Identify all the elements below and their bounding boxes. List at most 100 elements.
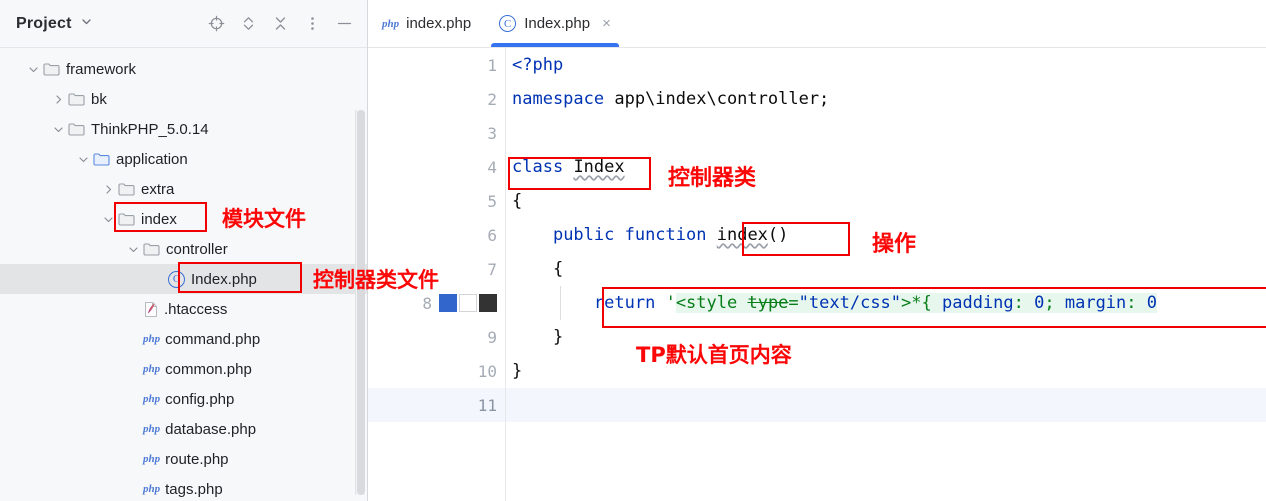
line-number-3: 3 [368, 116, 505, 150]
folder-icon [68, 92, 85, 106]
editor-tab-1[interactable]: php index.php [368, 0, 485, 47]
editor-tab-2[interactable]: C Index.php × [485, 0, 625, 47]
tree-item-label: framework [66, 60, 137, 78]
code-line-8[interactable]: return '<style type="text/css">*{ paddin… [506, 286, 1266, 320]
editor-tab-label: Index.php [524, 15, 591, 32]
line-number-9: 9 [368, 320, 505, 354]
close-icon[interactable]: × [602, 15, 611, 32]
code-line-10[interactable]: } [506, 354, 1266, 388]
panel-toolbar [207, 15, 353, 33]
tree-item-label: .htaccess [164, 300, 228, 318]
tree-item-label: index [141, 210, 177, 228]
tree-item-config-php[interactable]: php config.php [0, 384, 367, 414]
collapse-all-icon[interactable] [271, 15, 289, 33]
minimize-icon[interactable] [335, 15, 353, 33]
color-swatch-2[interactable] [459, 294, 477, 312]
project-panel-title: Project [16, 14, 72, 32]
tree-item-index[interactable]: index [0, 204, 367, 234]
code-line-text: namespace app\index\controller; [512, 89, 830, 109]
folder-source-root-icon [93, 152, 110, 166]
line-number-5: 5 [368, 184, 505, 218]
code-line-text: } [512, 361, 523, 381]
line-number-label: 10 [477, 361, 497, 381]
color-swatch-3[interactable] [479, 294, 497, 312]
line-number-1: 1 [368, 48, 505, 82]
code-line-9[interactable]: } [506, 320, 1266, 354]
line-number-label: 6 [487, 225, 497, 245]
line-number-label: 11 [477, 395, 497, 415]
locate-target-icon[interactable] [207, 15, 225, 33]
tree-item-common-php[interactable]: php common.php [0, 354, 367, 384]
editor-tab-label: index.php [406, 15, 472, 32]
more-options-icon[interactable] [303, 15, 321, 33]
chevron-right-icon[interactable] [101, 182, 115, 196]
php-file-icon: php [143, 333, 161, 345]
line-number-gutter: 1 2 3 4 5 6 7 8 9 10 11 [368, 48, 506, 501]
tree-item-framework[interactable]: framework [0, 54, 367, 84]
chevron-down-icon[interactable] [51, 122, 65, 136]
code-line-text: class Index [512, 157, 625, 177]
line-number-10: 10 [368, 354, 505, 388]
tree-item-label: controller [166, 240, 228, 258]
code-line-text: } [512, 327, 564, 347]
line-number-11: 11 [368, 388, 505, 422]
tree-item-label: application [116, 150, 188, 168]
tree-item-database-php[interactable]: php database.php [0, 414, 367, 444]
chevron-down-icon[interactable] [101, 212, 115, 226]
editor-area: php index.php C Index.php × 1 2 3 4 5 6 7 8 9 10 11 <?… [368, 0, 1266, 501]
chevron-down-icon[interactable] [80, 15, 93, 33]
code-line-4[interactable]: class Index [506, 150, 1266, 184]
code-line-3[interactable] [506, 116, 1266, 150]
code-line-5[interactable]: { [506, 184, 1266, 218]
tree-item-thinkphp-5-0-14[interactable]: ThinkPHP_5.0.14 [0, 114, 367, 144]
chevron-down-icon[interactable] [126, 242, 140, 256]
tree-item-bk[interactable]: bk [0, 84, 367, 114]
expand-collapse-icon[interactable] [239, 15, 257, 33]
line-number-label: 7 [487, 259, 497, 279]
tree-item-label: extra [141, 180, 175, 198]
line-number-2: 2 [368, 82, 505, 116]
line-number-label: 3 [487, 123, 497, 143]
php-file-icon: php [143, 423, 161, 435]
code-content[interactable]: <?php namespace app\index\controller; clas… [506, 48, 1266, 501]
tree-item-label: route.php [165, 450, 229, 468]
line-number-7: 7 [368, 252, 505, 286]
code-line-11[interactable] [506, 388, 1266, 422]
tree-item-extra[interactable]: extra [0, 174, 367, 204]
code-line-text: <?php [512, 55, 564, 75]
ide-window: Project framework bk ThinkPHP_5.0.14 app… [0, 0, 1266, 501]
chevron-down-icon[interactable] [26, 62, 40, 76]
php-file-icon: php [143, 483, 161, 495]
code-line-text: return '<style type="text/css">*{ paddin… [593, 293, 1158, 313]
tree-item-label: config.php [165, 390, 235, 408]
tree-item-application[interactable]: application [0, 144, 367, 174]
line-number-6: 6 [368, 218, 505, 252]
code-editor[interactable]: 1 2 3 4 5 6 7 8 9 10 11 <?php namespace app\index\c… [368, 48, 1266, 501]
chevron-down-icon[interactable] [76, 152, 90, 166]
sidebar-scrollbar-track[interactable] [355, 110, 365, 495]
project-tree[interactable]: framework bk ThinkPHP_5.0.14 application ext… [0, 48, 367, 501]
project-sidebar: Project framework bk ThinkPHP_5.0.14 app… [0, 0, 368, 501]
tree-item-route-php[interactable]: php route.php [0, 444, 367, 474]
code-line-1[interactable]: <?php [506, 48, 1266, 82]
color-swatch-1[interactable] [439, 294, 457, 312]
tree-item-controller[interactable]: controller [0, 234, 367, 264]
line-number-label: 4 [487, 157, 497, 177]
color-gutter-swatches[interactable] [439, 294, 497, 312]
tree-item-index-php[interactable]: C Index.php [0, 264, 367, 294]
tree-item-tags-php[interactable]: php tags.php [0, 474, 367, 501]
chevron-right-icon[interactable] [51, 92, 65, 106]
tree-item-htaccess[interactable]: .htaccess [0, 294, 367, 324]
tree-item-command-php[interactable]: php command.php [0, 324, 367, 354]
php-file-icon: php [143, 363, 161, 375]
php-class-icon: C [499, 15, 517, 32]
sidebar-scrollbar-thumb[interactable] [357, 110, 365, 495]
line-number-label: 5 [487, 191, 497, 211]
code-line-7[interactable]: { [506, 252, 1266, 286]
code-line-6[interactable]: public function index() [506, 218, 1266, 252]
tree-item-label: tags.php [165, 480, 223, 498]
folder-icon [143, 242, 160, 256]
line-number-8: 8 [368, 286, 505, 320]
code-line-2[interactable]: namespace app\index\controller; [506, 82, 1266, 116]
php-file-icon: php [143, 393, 161, 405]
